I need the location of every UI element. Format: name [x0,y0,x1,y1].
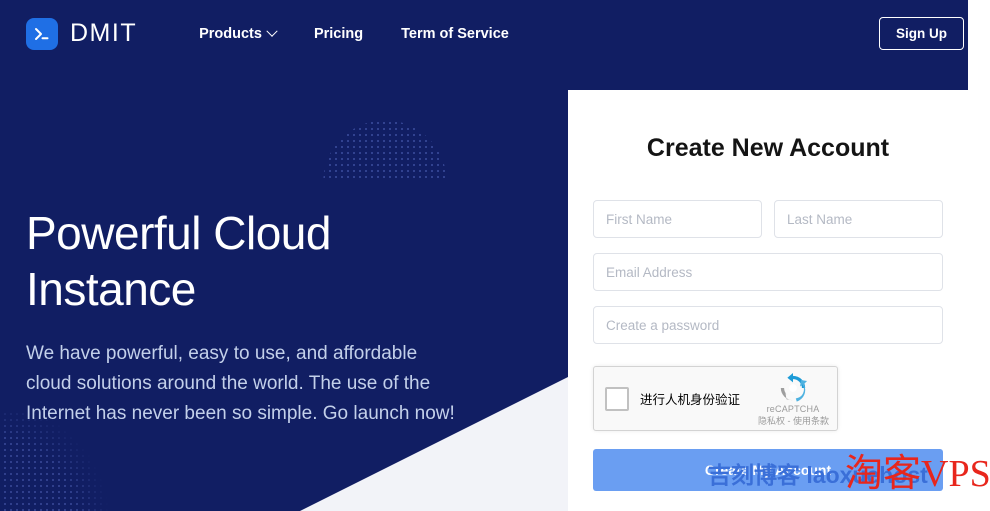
recaptcha-terms[interactable]: 隐私权 - 使用条款 [758,414,829,427]
nav-links: Products Pricing Term of Service [199,26,509,42]
dot-pattern-mountain-icon [315,96,455,182]
sign-up-button[interactable]: Sign Up [879,17,964,50]
nav-link-products[interactable]: Products [199,26,276,42]
recaptcha-label: 进行人机身份验证 [640,389,740,408]
hero-title: Powerful Cloud Instance [26,205,456,317]
nav-link-term-of-service[interactable]: Term of Service [401,26,509,42]
nav-link-term-of-service-label: Term of Service [401,26,509,42]
terminal-prompt-icon [26,18,58,50]
create-account-button[interactable]: Create My Account [593,449,943,491]
top-navigation-bar: DMIT Products Pricing Term of Service Si… [0,0,990,67]
nav-link-pricing-label: Pricing [314,26,363,42]
brand-name: DMIT [70,19,137,48]
recaptcha-checkbox[interactable] [605,387,629,411]
recaptcha-brand: reCAPTCHA [757,373,829,414]
brand-logo[interactable]: DMIT [26,18,137,50]
nav-link-pricing[interactable]: Pricing [314,26,363,42]
page-root: DMIT Products Pricing Term of Service Si… [0,0,990,511]
email-input[interactable] [593,253,943,291]
nav-link-products-label: Products [199,26,262,42]
recaptcha-widget[interactable]: 进行人机身份验证 reCAPTCHA 隐私权 - 使用条款 [593,366,838,431]
hero-title-line-1: Powerful Cloud [26,207,331,259]
recaptcha-logo-icon [778,373,808,403]
password-input[interactable] [593,306,943,344]
recaptcha-brand-label: reCAPTCHA [757,404,829,414]
hero-subtitle: We have powerful, easy to use, and affor… [26,339,456,429]
dot-pattern-mountain-base-icon [312,160,458,184]
chevron-down-icon [266,25,277,36]
first-name-input[interactable] [593,200,762,238]
create-account-card: Create New Account 进行人机身份验证 reCAPTCHA 隐私… [568,90,968,511]
right-white-panel [968,0,990,511]
card-title: Create New Account [593,134,943,163]
hero-section: Powerful Cloud Instance We have powerful… [26,205,456,429]
hero-title-line-2: Instance [26,263,196,315]
name-row [593,200,943,238]
last-name-input[interactable] [774,200,943,238]
